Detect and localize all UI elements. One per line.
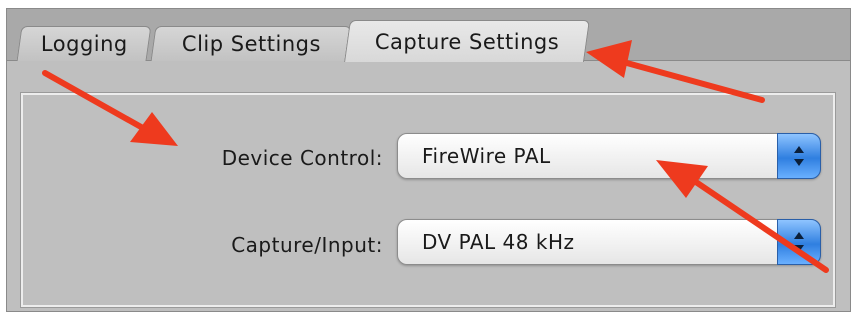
capture-window: Logging Clip Settings Capture Settings D… bbox=[6, 8, 851, 312]
device-control-label: Device Control: bbox=[221, 146, 383, 170]
tab-clip-settings-label: Clip Settings bbox=[181, 32, 321, 56]
capture-input-popup[interactable]: DV PAL 48 kHz bbox=[397, 219, 821, 265]
tab-logging-label: Logging bbox=[40, 32, 128, 56]
tab-capture-settings-label: Capture Settings bbox=[374, 29, 560, 54]
capture-input-label: Capture/Input: bbox=[231, 233, 383, 257]
tab-clip-settings[interactable]: Clip Settings bbox=[150, 26, 352, 61]
device-control-value: FireWire PAL bbox=[422, 144, 551, 168]
tab-logging[interactable]: Logging bbox=[16, 26, 152, 61]
tab-capture-settings[interactable]: Capture Settings bbox=[344, 20, 590, 62]
device-control-popup[interactable]: FireWire PAL bbox=[397, 133, 821, 179]
capture-input-value: DV PAL 48 kHz bbox=[422, 230, 575, 254]
up-down-stepper-icon[interactable] bbox=[777, 133, 821, 179]
tab-bar: Logging Clip Settings Capture Settings bbox=[7, 9, 850, 62]
up-down-stepper-icon[interactable] bbox=[777, 219, 821, 265]
settings-panel bbox=[20, 92, 836, 308]
